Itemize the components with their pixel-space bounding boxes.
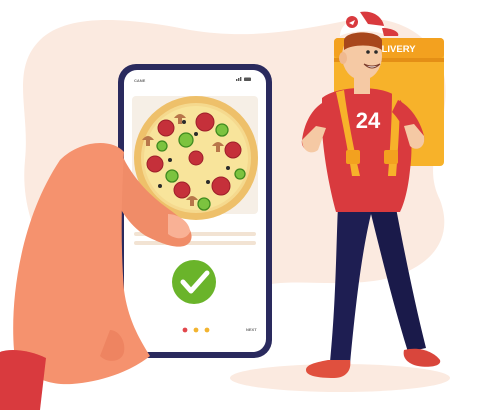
status-left-text: CANE: [134, 78, 146, 83]
battery-icon: [244, 77, 251, 81]
sleeve: [0, 350, 46, 410]
page-dot-1[interactable]: [182, 327, 188, 333]
page-dot-3[interactable]: [204, 327, 210, 333]
back-shoe: [403, 348, 441, 367]
front-shoe: [306, 360, 351, 378]
text-line-2: [134, 241, 256, 245]
shirt-number: 24: [356, 108, 381, 133]
page-dot-2[interactable]: [193, 327, 199, 333]
next-button[interactable]: NEXT: [246, 327, 257, 332]
delivery-illustration: DELIVERY 24 CANE NEXT: [0, 11, 450, 410]
checkmark-icon[interactable]: [172, 260, 216, 304]
